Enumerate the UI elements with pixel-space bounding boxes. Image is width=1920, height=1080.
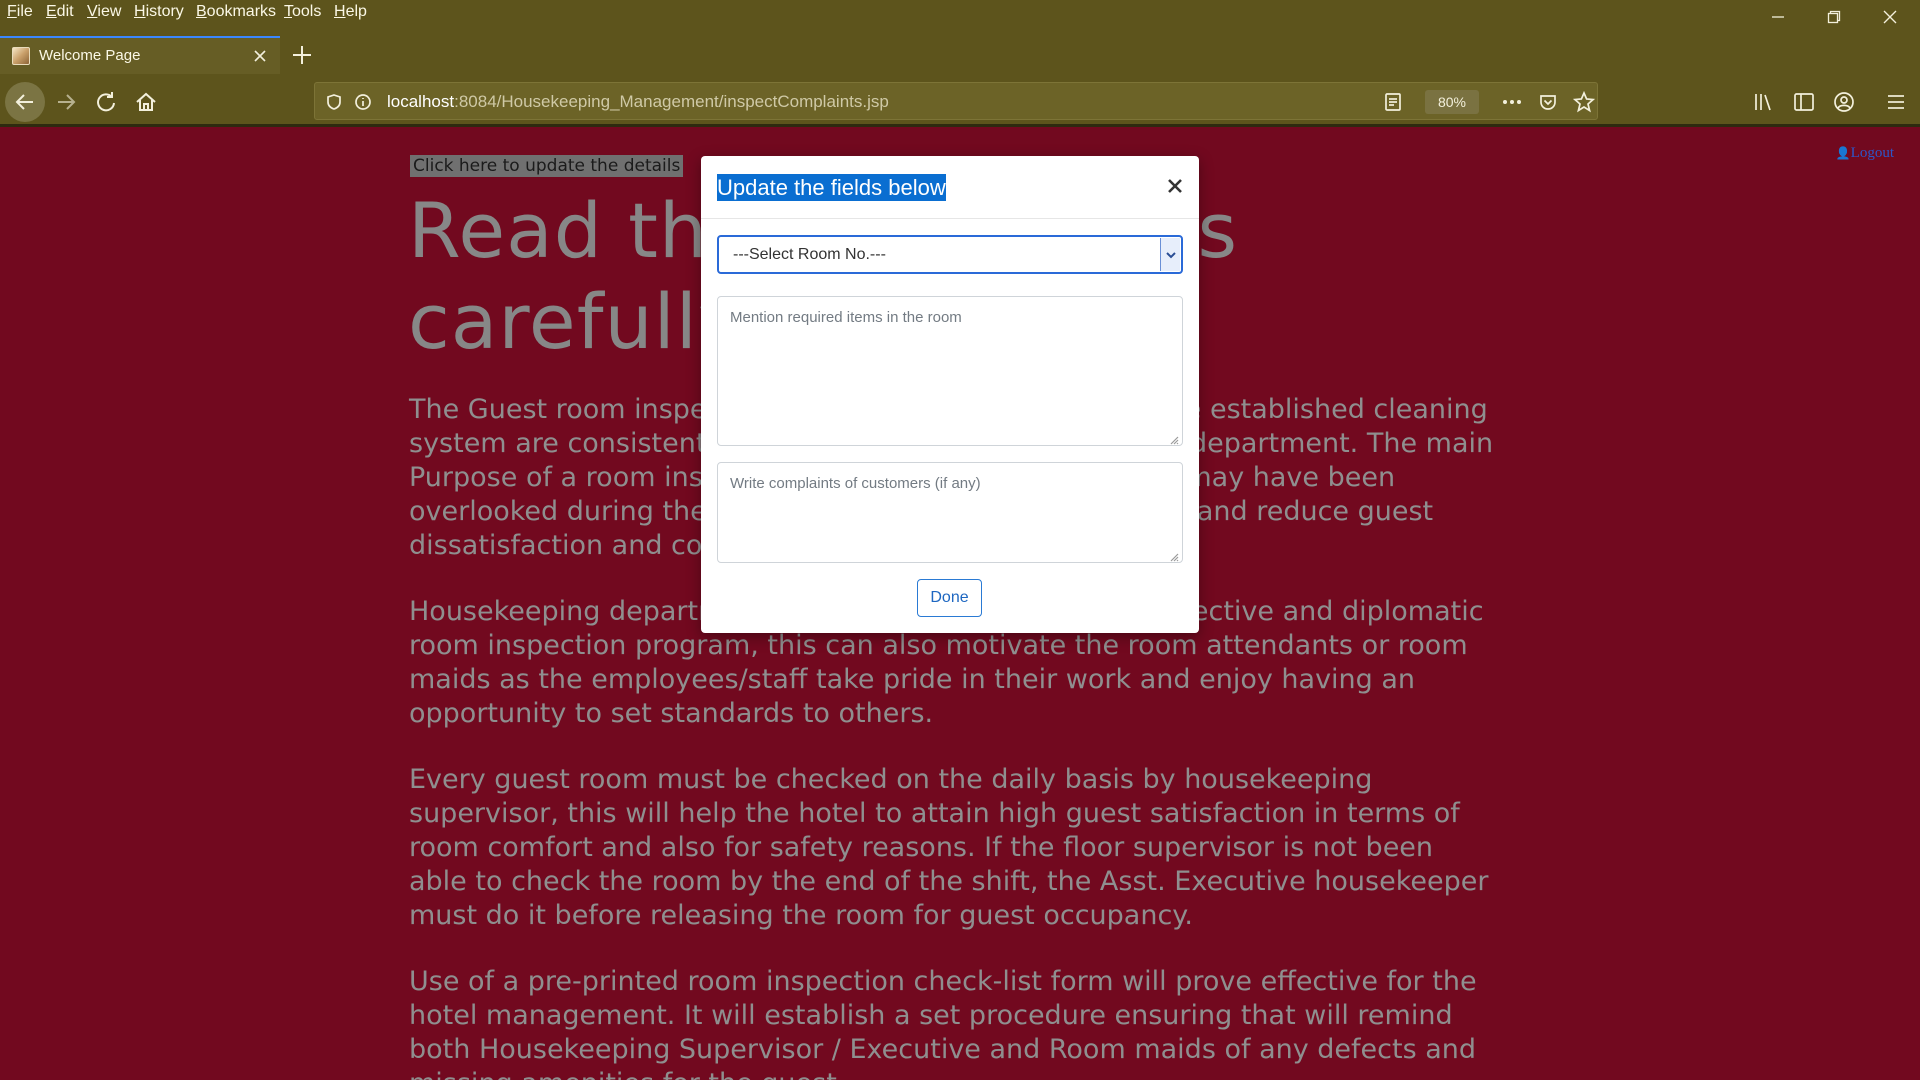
menu-tools[interactable]: Tools <box>284 3 321 21</box>
required-items-textarea[interactable]: Mention required items in the room <box>717 296 1183 446</box>
url-bar[interactable]: localhost:8084/Housekeeping_Management/i… <box>314 82 1598 120</box>
bookmark-star-icon[interactable] <box>1573 91 1595 113</box>
instruction-paragraph: Every guest room must be checked on the … <box>409 764 1489 931</box>
close-icon <box>1168 179 1182 193</box>
arrow-right-icon <box>58 94 76 110</box>
menu-bookmarks[interactable]: Bookmarks <box>196 3 276 21</box>
menu-file[interactable]: File <box>7 3 33 21</box>
modal-close-button[interactable] <box>1167 178 1183 194</box>
resize-grip-icon[interactable] <box>1169 432 1179 445</box>
hamburger-menu-icon[interactable] <box>1884 90 1908 114</box>
home-icon <box>136 92 156 111</box>
new-tab-button[interactable] <box>290 43 314 67</box>
menu-help[interactable]: Help <box>334 3 367 21</box>
modal-header: Update the fields below <box>701 156 1199 219</box>
room-number-select[interactable]: ---Select Room No.--- <box>717 235 1183 274</box>
complaints-textarea[interactable]: Write complaints of customers (if any) <box>717 462 1183 563</box>
instruction-paragraph: Use of a pre-printed room inspection che… <box>409 966 1477 1080</box>
browser-chrome: File Edit View History Bookmarks Tools H… <box>0 0 1920 127</box>
done-button[interactable]: Done <box>917 579 982 617</box>
url-text[interactable]: localhost:8084/Housekeeping_Management/i… <box>387 92 889 112</box>
tab-welcome-page[interactable]: Welcome Page <box>0 36 280 74</box>
textarea-placeholder: Write complaints of customers (if any) <box>730 475 981 492</box>
sidebar-icon[interactable] <box>1792 90 1816 114</box>
textarea-placeholder: Mention required items in the room <box>730 309 962 326</box>
navigation-toolbar: localhost:8084/Housekeeping_Management/i… <box>0 80 1920 124</box>
page-favicon-icon <box>12 47 30 65</box>
back-button[interactable] <box>5 82 45 122</box>
minimize-button[interactable] <box>1750 0 1806 34</box>
menu-bar: File Edit View History Bookmarks Tools H… <box>0 0 1920 26</box>
home-button[interactable] <box>126 82 166 122</box>
account-icon[interactable] <box>1832 90 1856 114</box>
zoom-level-badge[interactable]: 80% <box>1425 90 1479 114</box>
arrow-left-icon <box>15 94 33 110</box>
pocket-icon[interactable] <box>1537 91 1559 113</box>
tab-close-button[interactable] <box>251 47 269 65</box>
room-select-value: ---Select Room No.--- <box>733 246 886 263</box>
menu-history[interactable]: History <box>134 3 184 21</box>
menu-edit[interactable]: Edit <box>46 3 74 21</box>
resize-grip-icon[interactable] <box>1169 549 1179 562</box>
info-icon[interactable] <box>352 91 374 113</box>
dropdown-toggle[interactable] <box>1160 238 1180 271</box>
reader-view-icon[interactable] <box>1382 91 1404 113</box>
plus-icon <box>293 46 311 64</box>
modal-title: Update the fields below <box>717 174 946 201</box>
chevron-down-icon <box>1165 251 1176 258</box>
tab-bar: Welcome Page <box>0 36 1920 74</box>
close-icon <box>1883 10 1897 24</box>
user-icon: 👤 <box>1835 146 1851 160</box>
update-modal: Update the fields below ---Select Room N… <box>701 156 1199 633</box>
close-icon <box>254 50 266 62</box>
menu-view[interactable]: View <box>87 3 121 21</box>
reload-button[interactable] <box>86 82 126 122</box>
library-icon[interactable] <box>1752 90 1776 114</box>
restore-icon <box>1827 10 1841 24</box>
logout-link[interactable]: 👤Logout <box>1836 145 1894 162</box>
forward-button[interactable] <box>46 82 86 122</box>
tab-title: Welcome Page <box>39 47 141 64</box>
reload-icon <box>97 92 115 112</box>
minimize-icon <box>1772 16 1784 18</box>
shield-icon[interactable] <box>323 91 345 113</box>
more-actions-icon[interactable] <box>1501 91 1523 113</box>
restore-button[interactable] <box>1806 0 1862 34</box>
close-window-button[interactable] <box>1862 0 1918 34</box>
update-details-link[interactable]: Click here to update the details <box>410 155 684 177</box>
